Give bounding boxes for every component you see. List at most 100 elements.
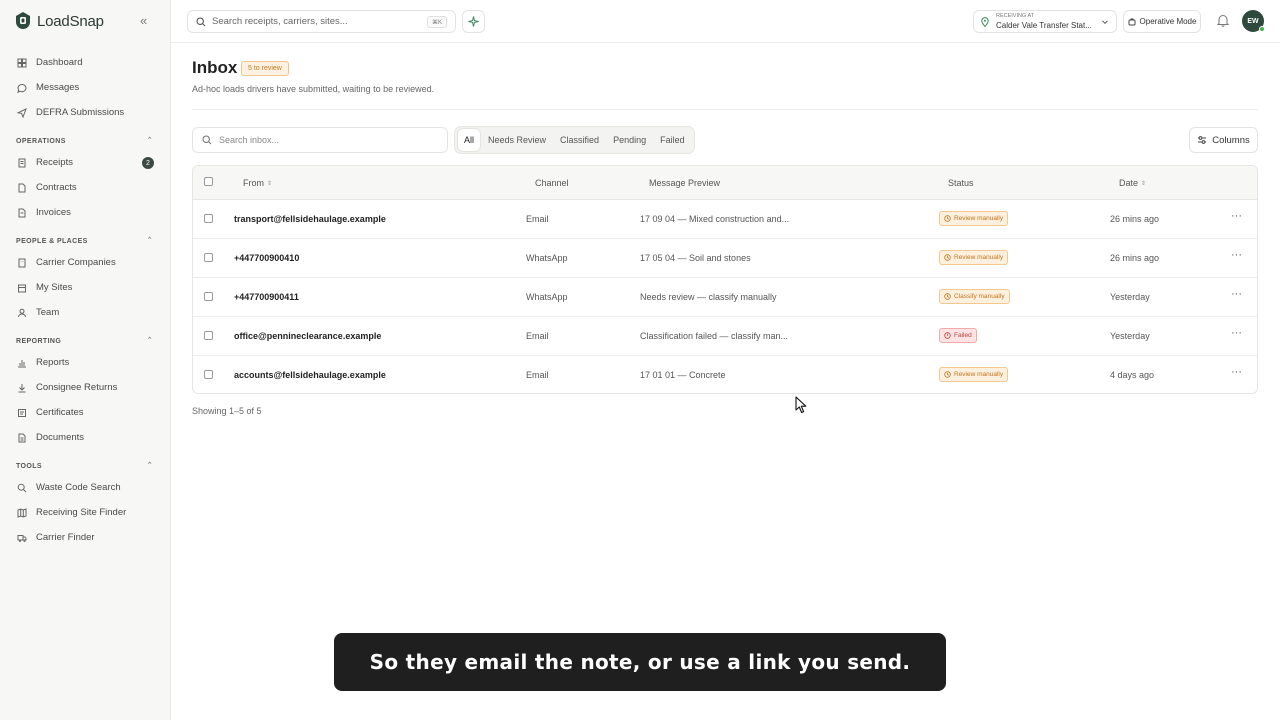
invoice-icon [17, 208, 27, 218]
more-options-icon[interactable]: ··· [1231, 249, 1242, 261]
pagination-summary: Showing 1–5 of 5 [192, 406, 262, 416]
row-preview: Needs review — classify manually [640, 292, 777, 302]
sidebar-item-my-sites[interactable]: My Sites [0, 275, 171, 300]
sidebar-item-documents[interactable]: Documents [0, 425, 171, 450]
global-search-input[interactable]: Search receipts, carriers, sites... ⌘K [187, 10, 456, 33]
row-channel: Email [526, 331, 549, 341]
row-date: 26 mins ago [1110, 253, 1160, 263]
logo[interactable]: LoadSnap [13, 11, 104, 31]
more-options-icon[interactable]: ··· [1231, 327, 1242, 339]
tab-needs-review[interactable]: Needs Review [482, 129, 552, 151]
bar-chart-icon [17, 358, 27, 368]
search-placeholder: Search receipts, carriers, sites... [212, 16, 348, 27]
tab-classified[interactable]: Classified [554, 129, 605, 151]
section-title: TOOLS [16, 463, 42, 470]
document-icon [17, 433, 27, 443]
sidebar-item-team[interactable]: Team [0, 300, 171, 325]
sidebar-item-receipts[interactable]: Receipts 2 [0, 150, 171, 175]
row-checkbox[interactable] [204, 214, 213, 223]
tab-pending[interactable]: Pending [607, 129, 652, 151]
header-from[interactable]: From ⇕ [243, 178, 272, 188]
header-status: Status [948, 178, 974, 188]
header-preview: Message Preview [649, 178, 721, 188]
topbar: Search receipts, carriers, sites... ⌘K R… [171, 0, 1280, 43]
inbox-search-input[interactable]: Search inbox... [192, 127, 448, 153]
sidebar-section-reporting[interactable]: REPORTING ⌃ [0, 325, 171, 350]
logo-icon [16, 12, 30, 29]
sidebar-item-label: Dashboard [36, 57, 83, 68]
sidebar-item-invoices[interactable]: Invoices [0, 200, 171, 225]
row-date: 26 mins ago [1110, 214, 1160, 224]
clock-icon [944, 293, 951, 300]
table-row[interactable]: office@pennineclearance.example Email Clas… [193, 317, 1257, 356]
tab-all[interactable]: All [458, 129, 481, 151]
sidebar-item-label: My Sites [36, 282, 73, 293]
sidebar-section-people-places[interactable]: PEOPLE & PLACES ⌃ [0, 225, 171, 250]
sidebar-item-contracts[interactable]: Contracts [0, 175, 171, 200]
select-all-checkbox[interactable] [204, 177, 213, 186]
mode-icon [1128, 18, 1136, 25]
header-date-label: Date [1119, 178, 1139, 188]
status-label: Review manually [954, 254, 1004, 261]
sidebar-item-reports[interactable]: Reports [0, 350, 171, 375]
sidebar-item-certificates[interactable]: Certificates [0, 400, 171, 425]
video-caption: So they email the note, or use a link yo… [334, 633, 946, 691]
table-row[interactable]: +447700900411 WhatsApp Needs review — clas… [193, 278, 1257, 317]
sidebar-item-waste-code-search[interactable]: Waste Code Search [0, 475, 171, 500]
status-badge: Review manually [939, 211, 1009, 226]
sidebar-nav: Dashboard Messages DEFRA Submissions OPERAT… [0, 50, 171, 550]
row-checkbox[interactable] [204, 292, 213, 301]
chevron-up-icon: ⌃ [146, 337, 153, 344]
more-options-icon[interactable]: ··· [1231, 366, 1242, 378]
ai-assistant-button[interactable] [462, 10, 485, 33]
chevron-up-icon: ⌃ [146, 237, 153, 244]
avatar-initials: EW [1247, 17, 1259, 25]
sidebar-item-label: Contracts [36, 182, 77, 193]
notifications-bell-icon[interactable] [1217, 14, 1229, 27]
collapse-sidebar-icon[interactable]: « [140, 13, 147, 28]
sidebar-item-dashboard[interactable]: Dashboard [0, 50, 171, 75]
error-icon [944, 332, 951, 339]
section-title: OPERATIONS [16, 138, 66, 145]
status-badge: Classify manually [939, 289, 1010, 304]
tab-failed[interactable]: Failed [654, 129, 691, 151]
section-title: PEOPLE & PLACES [16, 238, 88, 245]
row-date: Yesterday [1110, 292, 1150, 302]
row-checkbox[interactable] [204, 370, 213, 379]
row-channel: WhatsApp [526, 253, 568, 263]
sidebar-item-messages[interactable]: Messages [0, 75, 171, 100]
table-row[interactable]: +447700900410 WhatsApp 17 05 04 — Soil and… [193, 239, 1257, 278]
sidebar-item-receiving-site-finder[interactable]: Receiving Site Finder [0, 500, 171, 525]
more-options-icon[interactable]: ··· [1231, 288, 1242, 300]
brand-name: LoadSnap [37, 12, 104, 30]
sidebar-item-carrier-finder[interactable]: Carrier Finder [0, 525, 171, 550]
search-shortcut: ⌘K [426, 16, 447, 28]
sidebar: LoadSnap « Dashboard Messages DEFRA Submis… [0, 0, 171, 720]
row-checkbox[interactable] [204, 331, 213, 340]
table-row[interactable]: transport@fellsidehaulage.example Email 17… [193, 200, 1257, 239]
page-subtitle: Ad-hoc loads drivers have submitted, wai… [192, 84, 435, 94]
columns-button[interactable]: Columns [1189, 127, 1258, 153]
row-channel: Email [526, 370, 549, 380]
row-from: +447700900410 [234, 253, 300, 263]
header-date[interactable]: Date ⇕ [1119, 178, 1146, 188]
operative-mode-button[interactable]: Operative Mode [1123, 10, 1201, 33]
user-avatar[interactable]: EW [1242, 10, 1265, 32]
sidebar-item-carrier-companies[interactable]: Carrier Companies [0, 250, 171, 275]
sidebar-section-operations[interactable]: OPERATIONS ⌃ [0, 125, 171, 150]
sidebar-section-tools[interactable]: TOOLS ⌃ [0, 450, 171, 475]
status-badge: Review manually [939, 250, 1009, 265]
columns-label: Columns [1212, 134, 1250, 146]
sliders-icon [1198, 136, 1207, 144]
sidebar-item-consignee-returns[interactable]: Consignee Returns [0, 375, 171, 400]
sidebar-item-label: Certificates [36, 407, 84, 418]
row-preview: 17 01 01 — Concrete [640, 370, 726, 380]
send-icon [17, 107, 27, 118]
table-row[interactable]: accounts@fellsidehaulage.example Email 17 … [193, 356, 1257, 393]
sidebar-item-defra-submissions[interactable]: DEFRA Submissions [0, 100, 171, 125]
row-checkbox[interactable] [204, 253, 213, 262]
receiving-site-selector[interactable]: RECEIVING AT Calder Vale Transfer Stat..… [973, 10, 1117, 33]
sidebar-item-label: Receiving Site Finder [36, 507, 127, 518]
chevron-up-icon: ⌃ [146, 462, 153, 469]
more-options-icon[interactable]: ··· [1231, 210, 1242, 222]
